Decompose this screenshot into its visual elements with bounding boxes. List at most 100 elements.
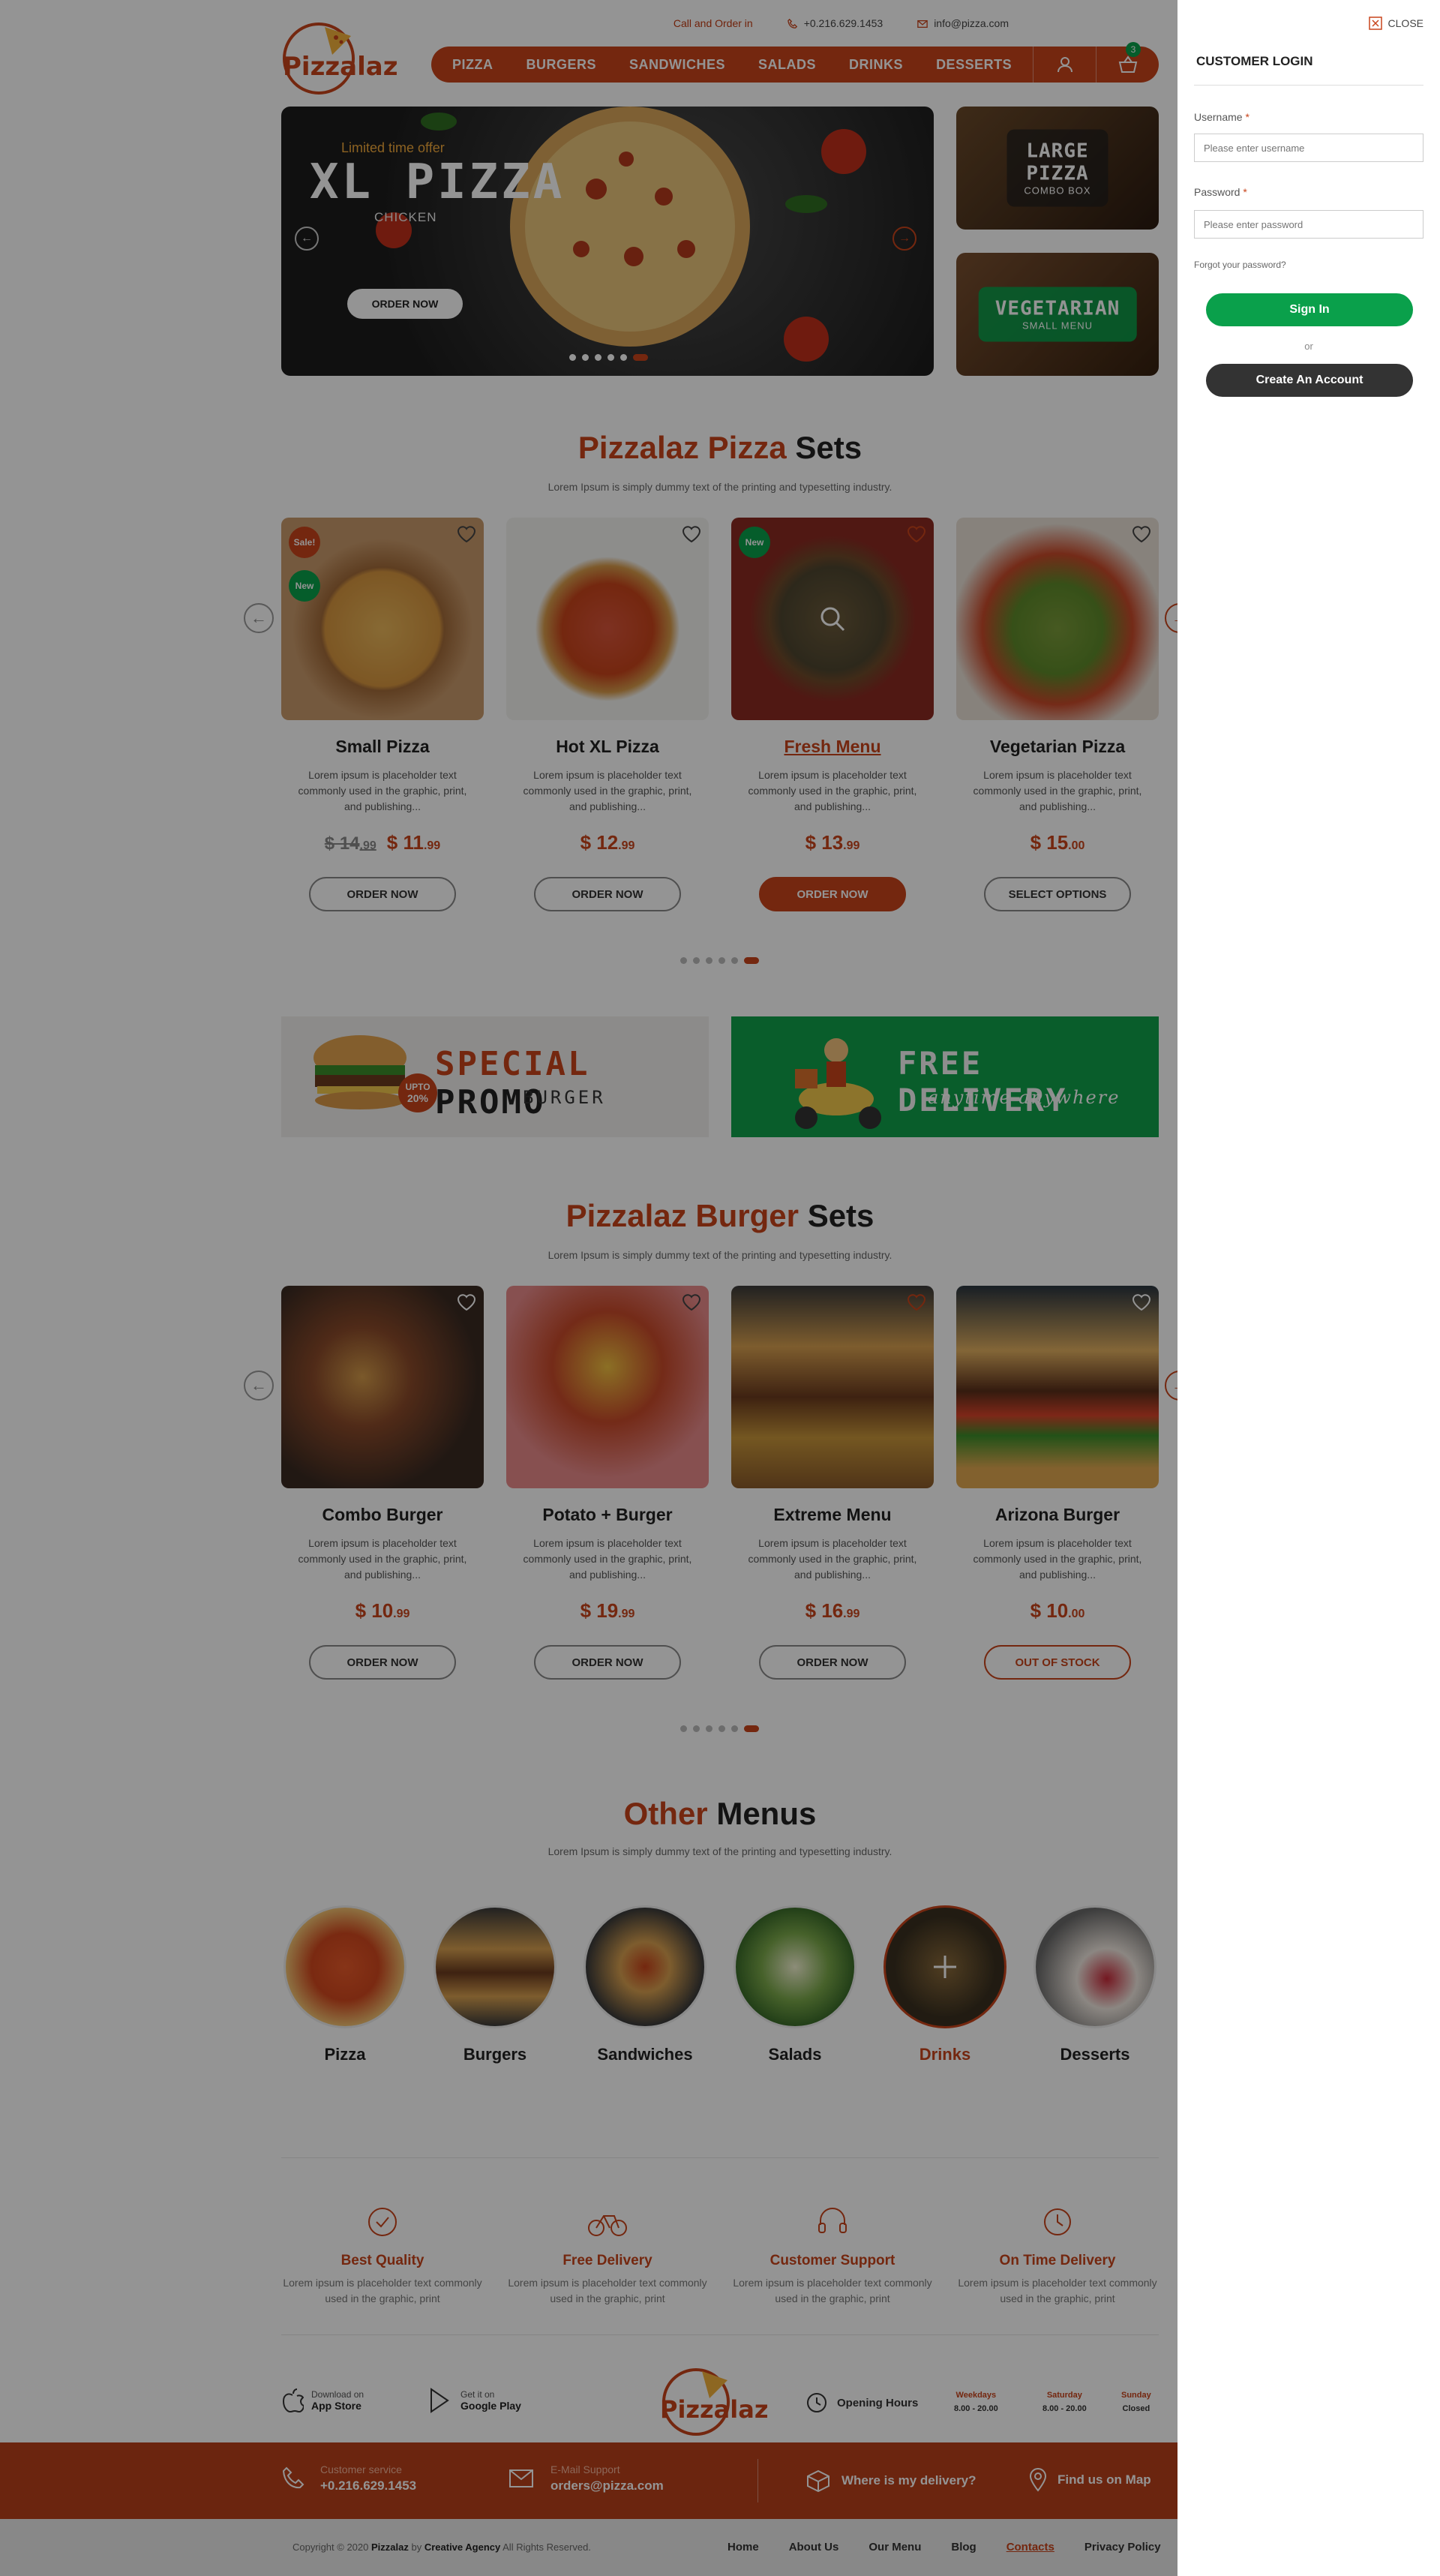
nav-item-burgers[interactable]: BURGERS <box>526 57 597 73</box>
hero-slider[interactable]: Limited time offer XL PIZZA CHICKEN ← → … <box>281 107 934 376</box>
footer-link-contacts[interactable]: Contacts <box>1006 2541 1054 2553</box>
forgot-password-link[interactable]: Forgot your password? <box>1194 260 1286 270</box>
hero-order-button[interactable]: ORDER NOW <box>347 289 463 319</box>
category-drinks[interactable]: Drinks <box>881 1905 1009 2064</box>
product-name[interactable]: Potato + Burger <box>506 1505 709 1525</box>
category-burgers[interactable]: Burgers <box>431 1905 559 2064</box>
select-options-button[interactable]: SELECT OPTIONS <box>984 877 1131 911</box>
promo-tile-large-pizza[interactable]: LARGE PIZZA COMBO BOX <box>956 107 1159 230</box>
slider-dot[interactable] <box>569 354 576 361</box>
category-image <box>434 1905 556 2028</box>
hero-prev-arrow[interactable]: ← <box>295 227 319 251</box>
account-button[interactable] <box>1033 47 1096 83</box>
carousel-dot[interactable] <box>693 1725 700 1732</box>
heart-icon[interactable] <box>457 525 476 543</box>
order-now-button[interactable]: ORDER NOW <box>534 877 681 911</box>
product-name[interactable]: Combo Burger <box>281 1505 484 1525</box>
order-now-button[interactable]: ORDER NOW <box>309 877 456 911</box>
nav-item-pizza[interactable]: PIZZA <box>452 57 494 73</box>
product-image[interactable]: New <box>731 518 934 720</box>
product-name[interactable]: Extreme Menu <box>731 1505 934 1525</box>
app-store-link[interactable]: Download on App Store <box>281 2388 364 2413</box>
nav-item-sandwiches[interactable]: SANDWICHES <box>629 57 725 73</box>
search-icon[interactable] <box>819 605 846 632</box>
promo-tile-vegetarian[interactable]: VEGETARIAN SMALL MENU <box>956 253 1159 376</box>
create-account-button[interactable]: Create An Account <box>1206 364 1413 397</box>
product-name[interactable]: Small Pizza <box>281 737 484 757</box>
nav-item-salads[interactable]: SALADS <box>758 57 816 73</box>
product-image[interactable] <box>956 518 1159 720</box>
find-map-link[interactable]: Find us on Map <box>1029 2468 1151 2492</box>
carousel-dot[interactable] <box>680 1725 687 1732</box>
carousel-dot[interactable] <box>693 957 700 964</box>
footer-link-home[interactable]: Home <box>728 2541 759 2553</box>
product-name[interactable]: Vegetarian Pizza <box>956 737 1159 757</box>
heart-icon[interactable] <box>907 525 926 543</box>
email-contact[interactable]: info@pizza.com <box>917 17 1009 29</box>
slider-dot-active[interactable] <box>633 354 648 361</box>
footer-logo[interactable]: Pizzalaz <box>658 2367 782 2438</box>
order-now-button[interactable]: ORDER NOW <box>534 1645 681 1680</box>
product-image[interactable] <box>506 1286 709 1488</box>
google-play-link[interactable]: Get it on Google Play <box>429 2388 521 2413</box>
heart-icon[interactable] <box>1132 525 1151 543</box>
hero-next-arrow[interactable]: → <box>892 227 916 251</box>
where-delivery-link[interactable]: Where is my delivery? <box>806 2469 976 2492</box>
category-salads[interactable]: Salads <box>731 1905 859 2064</box>
category-desserts[interactable]: Desserts <box>1031 1905 1159 2064</box>
carousel-dot[interactable] <box>731 1725 738 1732</box>
product-image[interactable] <box>281 1286 484 1488</box>
carousel-dot-active[interactable] <box>744 957 759 964</box>
site-logo[interactable]: Pizzalaz <box>280 21 411 96</box>
product-name[interactable]: Arizona Burger <box>956 1505 1159 1525</box>
category-sandwiches[interactable]: Sandwiches <box>581 1905 709 2064</box>
product-image[interactable] <box>731 1286 934 1488</box>
heart-icon[interactable] <box>457 1293 476 1311</box>
close-button[interactable]: CLOSE <box>1368 17 1424 30</box>
heart-icon[interactable] <box>1132 1293 1151 1311</box>
pizza-prev-arrow[interactable]: ← <box>244 603 274 633</box>
slider-dot[interactable] <box>582 354 589 361</box>
free-delivery-banner[interactable]: FREE DELIVERY anytime anywhere <box>731 1016 1159 1137</box>
email-support[interactable]: E-Mail Support orders@pizza.com <box>508 2463 664 2493</box>
heart-icon[interactable] <box>682 1293 701 1311</box>
footer-link-menu[interactable]: Our Menu <box>868 2541 921 2553</box>
product-image[interactable] <box>506 518 709 720</box>
burger-prev-arrow[interactable]: ← <box>244 1371 274 1401</box>
order-now-button[interactable]: ORDER NOW <box>759 877 906 911</box>
nav-item-desserts[interactable]: DESSERTS <box>936 57 1012 73</box>
phone-contact[interactable]: +0.216.629.1453 <box>787 17 883 29</box>
footer-link-about[interactable]: About Us <box>789 2541 839 2553</box>
nav-item-drinks[interactable]: DRINKS <box>849 57 903 73</box>
product-image[interactable] <box>956 1286 1159 1488</box>
footer-link-blog[interactable]: Blog <box>951 2541 976 2553</box>
footer-link-privacy[interactable]: Privacy Policy <box>1084 2541 1161 2553</box>
order-now-button[interactable]: ORDER NOW <box>759 1645 906 1680</box>
product-image[interactable]: Sale! New <box>281 518 484 720</box>
category-pizza[interactable]: Pizza <box>281 1905 409 2064</box>
pizza-next-arrow[interactable]: → <box>1165 603 1178 633</box>
product-name[interactable]: Hot XL Pizza <box>506 737 709 757</box>
carousel-dot[interactable] <box>706 1725 712 1732</box>
carousel-dot[interactable] <box>731 957 738 964</box>
slider-dot[interactable] <box>608 354 614 361</box>
slider-dot[interactable] <box>595 354 602 361</box>
burger-next-arrow[interactable]: → <box>1165 1371 1178 1401</box>
password-input[interactable] <box>1194 210 1424 239</box>
customer-service[interactable]: Customer service +0.216.629.1453 <box>281 2463 416 2493</box>
heart-icon[interactable] <box>907 1293 926 1311</box>
carousel-dot[interactable] <box>680 957 687 964</box>
carousel-dot-active[interactable] <box>744 1725 759 1732</box>
out-of-stock-button[interactable]: OUT OF STOCK <box>984 1645 1131 1680</box>
slider-dot[interactable] <box>620 354 627 361</box>
heart-icon[interactable] <box>682 525 701 543</box>
carousel-dot[interactable] <box>718 1725 725 1732</box>
order-now-button[interactable]: ORDER NOW <box>309 1645 456 1680</box>
cart-button[interactable]: 3 <box>1096 42 1159 83</box>
product-name[interactable]: Fresh Menu <box>731 737 934 757</box>
carousel-dot[interactable] <box>718 957 725 964</box>
special-promo-banner[interactable]: UPTO 20% SPECIAL PROMO BURGER <box>281 1016 709 1137</box>
username-input[interactable] <box>1194 134 1424 162</box>
sign-in-button[interactable]: Sign In <box>1206 293 1413 326</box>
carousel-dot[interactable] <box>706 957 712 964</box>
